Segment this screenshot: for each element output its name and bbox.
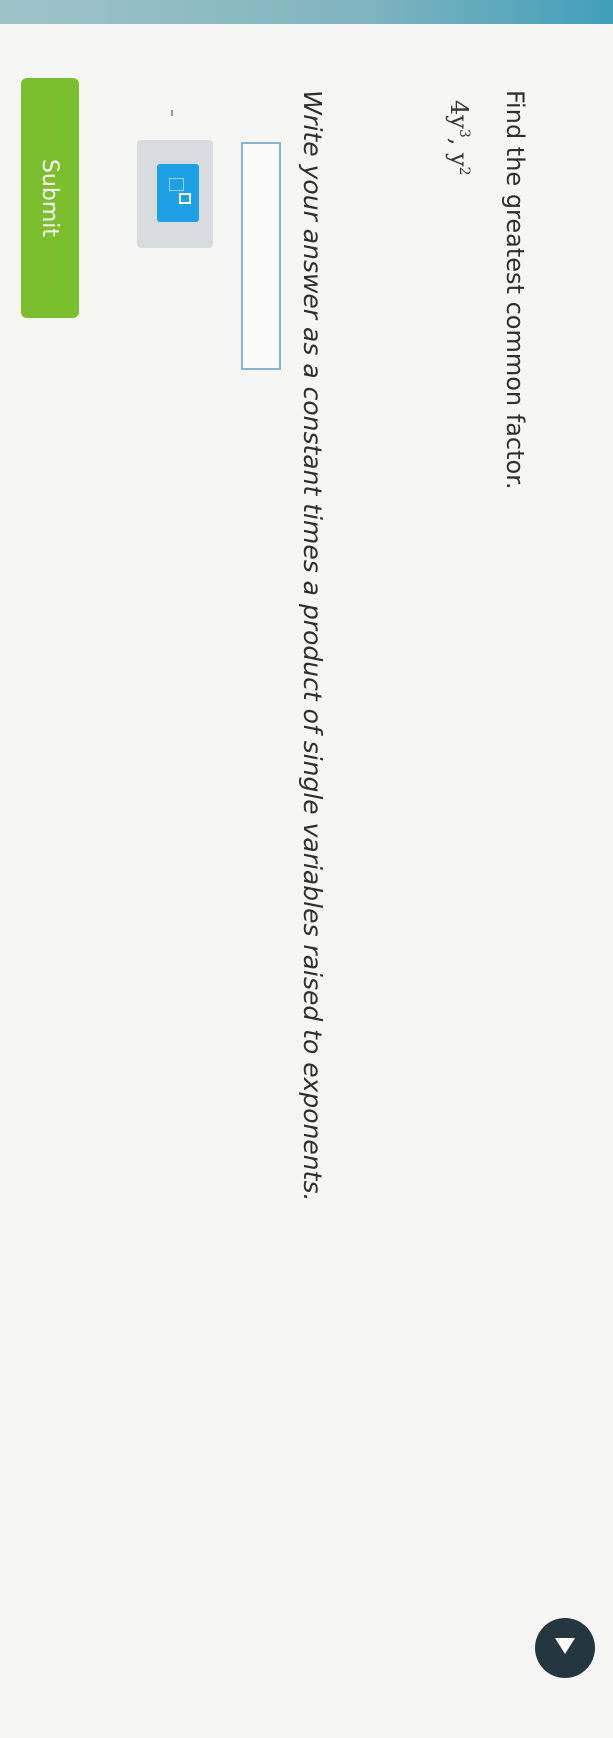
term-1-base: 4y [445,100,473,129]
question-area: Find the greatest common factor. 4y3, y2… [0,0,613,1738]
stray-mark [171,110,173,116]
answer-input[interactable] [241,142,281,370]
question-prompt: Find the greatest common factor. [501,90,529,490]
answer-instruction: Write your answer as a constant times a … [298,90,327,1202]
term-separator: , [445,137,473,154]
math-editor-panel [137,140,213,248]
exponent-button[interactable] [157,164,199,222]
submit-button[interactable]: Submit [21,78,79,318]
term-2-base: y [445,153,473,167]
play-arrow-icon [555,1638,575,1654]
term-1-exponent: 3 [456,128,472,138]
term-2-exponent: 2 [456,166,472,176]
nav-button[interactable] [535,1618,595,1678]
math-expression: 4y3, y2 [445,100,473,176]
